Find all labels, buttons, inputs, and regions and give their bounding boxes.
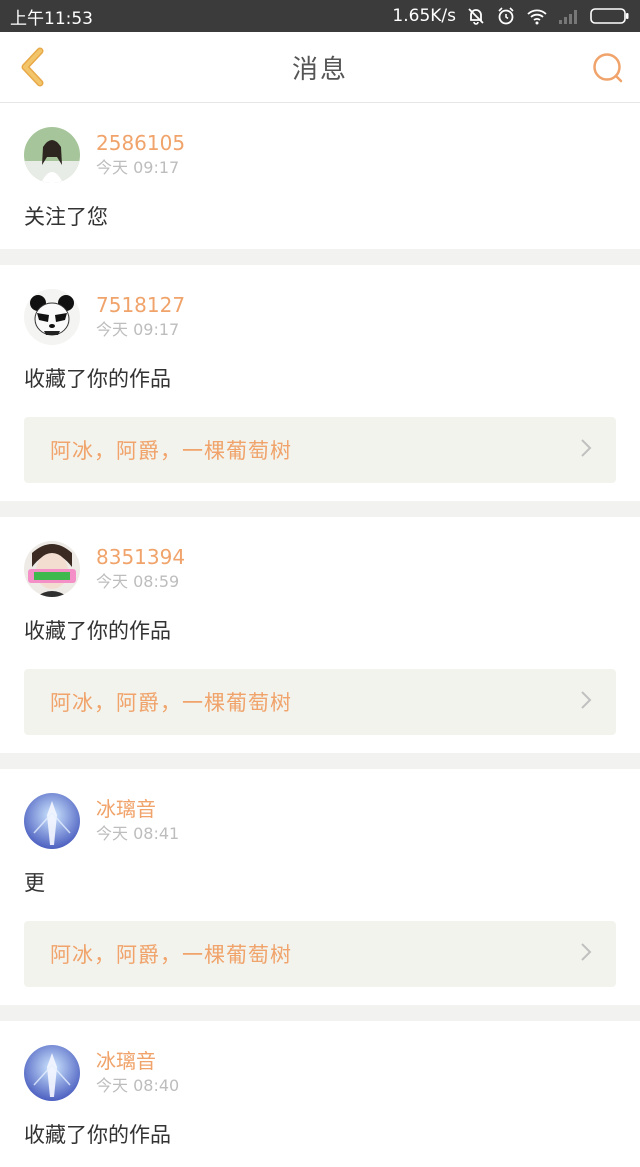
username[interactable]: 冰璃音 [96, 797, 179, 821]
avatar[interactable] [24, 541, 80, 597]
work-title: 阿冰，阿爵，一棵葡萄树 [50, 691, 292, 715]
action-text: 收藏了你的作品 [24, 619, 171, 643]
top-nav-bar: 消息 [0, 32, 640, 103]
username[interactable]: 冰璃音 [96, 1049, 179, 1073]
timestamp: 今天 08:41 [96, 824, 180, 843]
search-icon [593, 53, 623, 83]
network-speed: 1.65K/s [392, 6, 456, 26]
avatar[interactable] [24, 127, 80, 183]
mute-bell-icon [466, 6, 486, 26]
work-link[interactable]: 阿冰，阿爵，一棵葡萄树 [24, 417, 616, 483]
status-icons: 1.65K/s [392, 6, 630, 26]
message-item[interactable]: 冰璃音 今天 08:40 收藏了你的作品 [0, 1021, 640, 1167]
message-item[interactable]: 7518127 今天 09:17 收藏了你的作品 阿冰，阿爵，一棵葡萄树 [0, 265, 640, 501]
avatar[interactable] [24, 289, 80, 345]
chevron-right-icon [580, 436, 592, 464]
chevron-left-icon [21, 47, 44, 87]
back-button[interactable] [14, 46, 54, 88]
status-time: 上午11:53 [10, 8, 93, 29]
chevron-right-icon [580, 940, 592, 968]
status-bar: 上午11:53 1.65K/s [0, 0, 640, 32]
signal-icon [558, 7, 580, 25]
action-text: 关注了您 [24, 205, 108, 229]
message-item[interactable]: 冰璃音 今天 08:41 更 阿冰，阿爵，一棵葡萄树 [0, 769, 640, 1005]
chevron-right-icon [580, 688, 592, 716]
action-text: 收藏了你的作品 [24, 367, 171, 391]
message-list: 2586105 今天 09:17 关注了您 7518127 今天 09:17 收… [0, 103, 640, 1167]
work-link[interactable]: 阿冰，阿爵，一棵葡萄树 [24, 669, 616, 735]
avatar[interactable] [24, 1045, 80, 1101]
battery-icon [590, 7, 630, 25]
timestamp: 今天 09:17 [96, 158, 180, 177]
alarm-icon [496, 6, 516, 26]
avatar[interactable] [24, 793, 80, 849]
message-item[interactable]: 8351394 今天 08:59 收藏了你的作品 阿冰，阿爵，一棵葡萄树 [0, 517, 640, 753]
username[interactable]: 2586105 [96, 131, 185, 155]
timestamp: 今天 08:40 [96, 1076, 180, 1095]
search-button[interactable] [590, 50, 626, 86]
message-item[interactable]: 2586105 今天 09:17 关注了您 [0, 103, 640, 249]
work-link[interactable]: 阿冰，阿爵，一棵葡萄树 [24, 921, 616, 987]
page-title: 消息 [291, 54, 348, 85]
timestamp: 今天 09:17 [96, 320, 180, 339]
username[interactable]: 8351394 [96, 545, 185, 569]
action-text: 收藏了你的作品 [24, 1123, 171, 1147]
wifi-icon [526, 7, 548, 25]
work-title: 阿冰，阿爵，一棵葡萄树 [50, 943, 292, 967]
action-text: 更 [24, 871, 45, 895]
work-title: 阿冰，阿爵，一棵葡萄树 [50, 439, 292, 463]
username[interactable]: 7518127 [96, 293, 185, 317]
timestamp: 今天 08:59 [96, 572, 180, 591]
